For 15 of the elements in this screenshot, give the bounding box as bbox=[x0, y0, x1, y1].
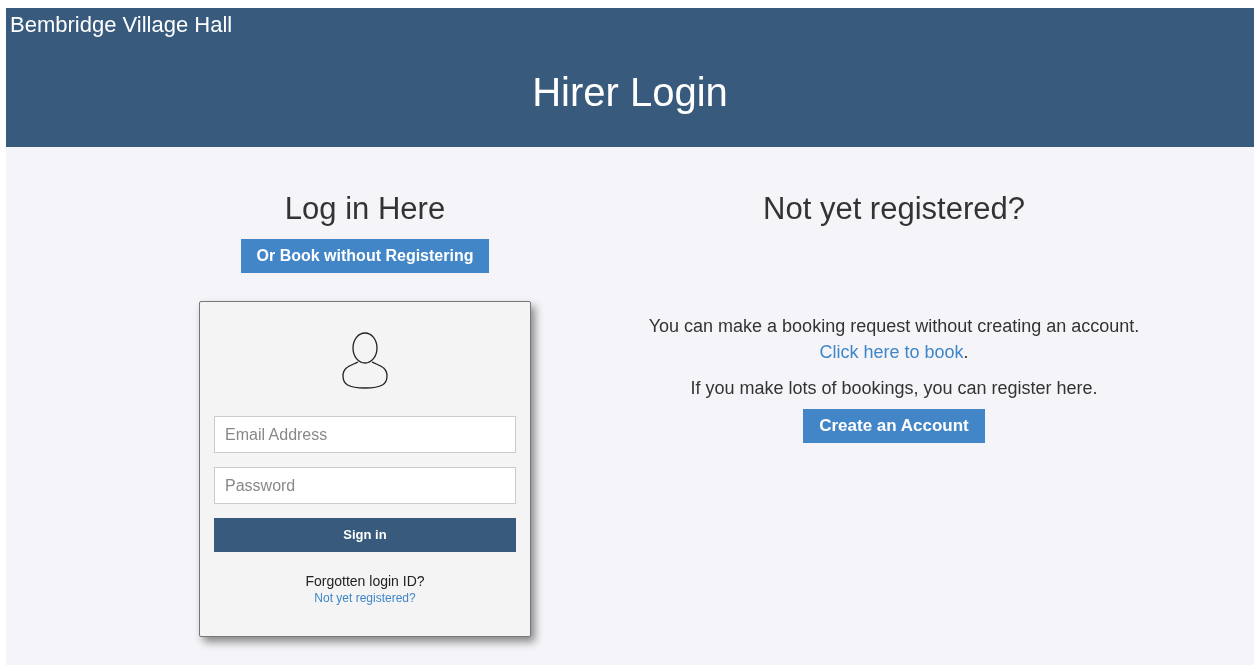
register-heading: Not yet registered? bbox=[763, 191, 1025, 227]
not-yet-registered-link[interactable]: Not yet registered? bbox=[314, 590, 416, 606]
click-here-to-book-link[interactable]: Click here to book bbox=[819, 342, 964, 362]
sign-in-button[interactable]: Sign in bbox=[214, 518, 516, 552]
create-account-button[interactable]: Create an Account bbox=[803, 409, 985, 443]
booking-info-text: You can make a booking request without creating an account. Click here to book. bbox=[648, 315, 1140, 364]
email-field[interactable]: Email Address bbox=[214, 416, 516, 453]
book-without-registering-button[interactable]: Or Book without Registering bbox=[240, 239, 490, 273]
page-title: Hirer Login bbox=[532, 69, 728, 116]
user-icon bbox=[340, 332, 390, 392]
site-name: Bembridge Village Hall bbox=[10, 11, 233, 39]
forgotten-login-link[interactable]: Forgotten login ID? bbox=[305, 572, 425, 590]
register-info-text: If you make lots of bookings, you can register here. bbox=[690, 377, 1098, 400]
login-heading: Log in Here bbox=[284, 191, 446, 227]
password-field[interactable]: Password bbox=[214, 467, 516, 504]
